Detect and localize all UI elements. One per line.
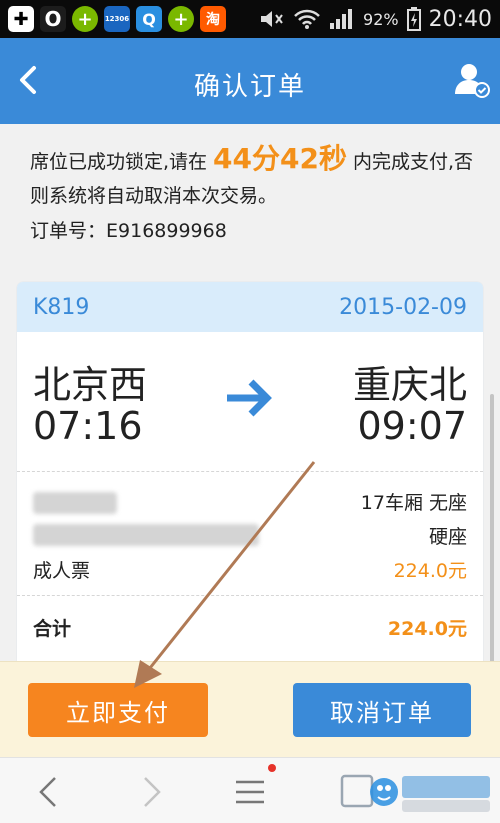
- user-verified-icon[interactable]: [452, 60, 492, 100]
- browser-back-icon[interactable]: [30, 772, 70, 812]
- arrival-time: 09:07: [357, 404, 467, 448]
- battery-charging-icon: [406, 7, 421, 31]
- order-number: 订单号：E916899968: [30, 216, 227, 243]
- taobao-icon: 淘: [200, 6, 226, 32]
- notice-text-before: 席位已成功锁定,请在: [30, 151, 208, 173]
- mute-icon: [261, 11, 283, 27]
- action-bar: 立即支付 取消订单: [0, 661, 500, 757]
- wifi-icon: [294, 9, 320, 29]
- carriage-seat: 17车厢 无座: [360, 492, 467, 514]
- train-12306-icon: 12306: [104, 6, 130, 32]
- site-watermark-logo: [340, 774, 490, 812]
- total-row: 合计 224.0元: [17, 596, 483, 656]
- order-number-value: E916899968: [106, 220, 227, 242]
- signal-icon: [330, 9, 353, 29]
- passenger-name-redacted: [33, 492, 117, 514]
- pay-now-button[interactable]: 立即支付: [28, 683, 208, 737]
- passenger-id-redacted: [33, 524, 259, 546]
- notification-dot: [268, 764, 276, 772]
- ticket-card-header: K819 2015-02-09: [17, 282, 483, 332]
- cancel-order-button[interactable]: 取消订单: [293, 683, 471, 737]
- nav-bar: 确认订单: [0, 38, 500, 124]
- station-info: 北京西 07:16 重庆北 09:07: [17, 332, 483, 472]
- plus-green-icon-2: +: [168, 6, 194, 32]
- battery-percent: 92%: [363, 9, 399, 29]
- clock: 20:40: [428, 6, 492, 32]
- ticket-card: K819 2015-02-09 北京西 07:16 重庆北 09:07 成人票 …: [17, 282, 483, 672]
- passenger-row: 成人票 17车厢 无座 硬座 224.0元: [17, 472, 483, 596]
- right-arrow-icon: [227, 379, 272, 417]
- menu-icon[interactable]: [230, 772, 270, 812]
- order-number-label: 订单号：: [30, 220, 107, 242]
- status-right: 92% 20:40: [259, 7, 492, 32]
- ticket-price: 224.0元: [393, 560, 467, 582]
- seat-type: 硬座: [428, 526, 467, 548]
- countdown-timer: 44分42秒: [213, 142, 347, 175]
- browser-blue-icon: Q: [136, 6, 162, 32]
- total-value: 224.0元: [387, 618, 467, 640]
- lock-notice: 席位已成功锁定,请在 44分42秒 内完成支付,否则系统将自动取消本次交易。: [30, 142, 480, 213]
- travel-date: 2015-02-09: [339, 294, 467, 320]
- page-title: 确认订单: [193, 72, 306, 102]
- o-app-icon: O: [40, 6, 66, 32]
- total-label: 合计: [33, 618, 72, 640]
- browser-toolbar: [0, 757, 500, 823]
- status-bar: ✚ O + 12306 Q + 淘 92% 20:40: [0, 0, 500, 38]
- train-number: K819: [33, 294, 90, 320]
- content-area: 席位已成功锁定,请在 44分42秒 内完成支付,否则系统将自动取消本次交易。 订单号…: [0, 124, 500, 814]
- departure-time: 07:16: [33, 404, 143, 448]
- plus-green-icon: +: [72, 6, 98, 32]
- passenger-type: 成人票: [33, 560, 91, 582]
- plus-square-icon: ✚: [8, 6, 34, 32]
- browser-forward-icon[interactable]: [130, 772, 170, 812]
- arrival-station: 重庆北: [352, 363, 467, 407]
- departure-station: 北京西: [33, 363, 148, 407]
